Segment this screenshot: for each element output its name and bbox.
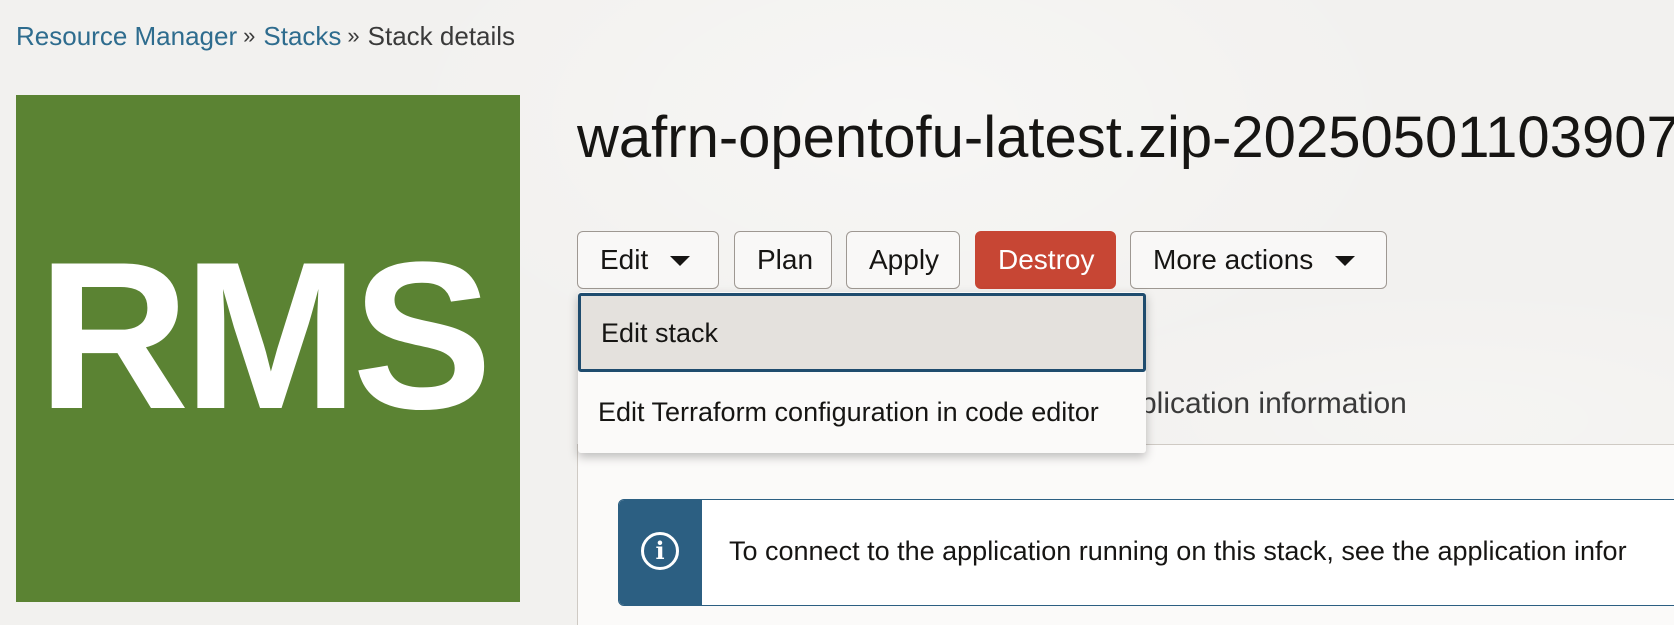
edit-button[interactable]: Edit (577, 231, 719, 289)
breadcrumb-resource-manager[interactable]: Resource Manager (16, 21, 237, 51)
chevron-down-icon (670, 256, 691, 266)
edit-button-label: Edit (600, 244, 649, 275)
apply-button[interactable]: Apply (846, 231, 960, 289)
plan-button[interactable]: Plan (734, 231, 832, 289)
info-banner-strip: i (619, 500, 702, 605)
menu-item-edit-stack[interactable]: Edit stack (578, 293, 1146, 372)
breadcrumb-separator: » (347, 23, 360, 48)
breadcrumb-separator: » (243, 23, 256, 48)
tab-application-information[interactable]: plication information (1140, 386, 1407, 422)
breadcrumb-stacks[interactable]: Stacks (263, 21, 341, 51)
logo-text: RMS (37, 218, 493, 453)
destroy-button[interactable]: Destroy (975, 231, 1116, 289)
info-banner-text: To connect to the application running on… (729, 536, 1627, 566)
info-icon: i (641, 532, 679, 570)
more-actions-label: More actions (1153, 244, 1314, 275)
breadcrumb: Resource Manager» Stacks» Stack details (16, 20, 515, 54)
more-actions-button[interactable]: More actions (1130, 231, 1387, 289)
chevron-down-icon (1335, 256, 1356, 266)
edit-dropdown-menu: Edit stack Edit Terraform configuration … (578, 292, 1146, 453)
info-banner: i To connect to the application running … (618, 499, 1674, 606)
menu-item-edit-terraform-config[interactable]: Edit Terraform configuration in code edi… (578, 373, 1146, 451)
breadcrumb-current: Stack details (367, 21, 516, 51)
page-title: wafrn-opentofu-latest.zip-20250501103907 (577, 105, 1674, 170)
